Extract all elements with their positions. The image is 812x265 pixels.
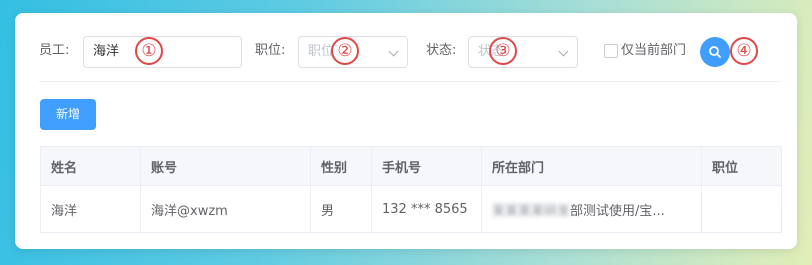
employee-table: 姓名 账号 性别 手机号 所在部门 职位 海洋 海洋@xwzm 男 132 **…: [40, 146, 782, 233]
add-button[interactable]: 新增: [40, 99, 96, 130]
annotation-1: ①: [135, 37, 163, 65]
cell-position: [701, 185, 782, 233]
column-header-position[interactable]: 职位: [701, 146, 782, 186]
column-header-phone[interactable]: 手机号: [371, 146, 482, 186]
current-dept-checkbox[interactable]: [604, 44, 618, 58]
status-select[interactable]: 状态: [468, 36, 578, 68]
cell-name: 海洋: [40, 185, 141, 233]
employee-input-value: 海洋: [93, 44, 120, 59]
column-header-name[interactable]: 姓名: [40, 146, 141, 186]
column-header-account[interactable]: 账号: [140, 146, 311, 186]
cell-account: 海洋@xwzm: [140, 185, 311, 233]
position-label: 职位:: [255, 43, 286, 58]
column-header-gender[interactable]: 性别: [310, 146, 372, 186]
search-button[interactable]: [700, 37, 730, 67]
table-row[interactable]: 海洋 海洋@xwzm 男 132 *** 8565 某某某某研发部测试使用/宝.…: [40, 185, 782, 233]
current-dept-label[interactable]: 仅当前部门: [621, 41, 686, 61]
employee-panel: 员工: 海洋 ① 职位: 职位 ② 状态: 状态 ③ 仅当前部门 ④ 新增 姓名…: [15, 13, 797, 249]
redacted-department: 某某某某研发: [492, 203, 571, 219]
status-label: 状态:: [426, 43, 457, 58]
annotation-2: ②: [331, 37, 359, 65]
department-text: 部测试使用/宝...: [570, 203, 665, 219]
employee-label: 员工:: [39, 43, 70, 58]
search-icon: [709, 46, 721, 58]
cell-phone: 132 *** 8565: [371, 185, 482, 233]
annotation-4: ④: [730, 37, 758, 65]
chevron-down-icon: [388, 46, 399, 57]
cell-department: 某某某某研发部测试使用/宝...: [481, 185, 702, 233]
annotation-3: ③: [489, 37, 517, 65]
divider: [39, 81, 781, 82]
table-header-row: 姓名 账号 性别 手机号 所在部门 职位: [40, 146, 782, 186]
cell-gender: 男: [310, 185, 372, 233]
chevron-down-icon: [558, 46, 569, 57]
column-header-department[interactable]: 所在部门: [481, 146, 702, 186]
